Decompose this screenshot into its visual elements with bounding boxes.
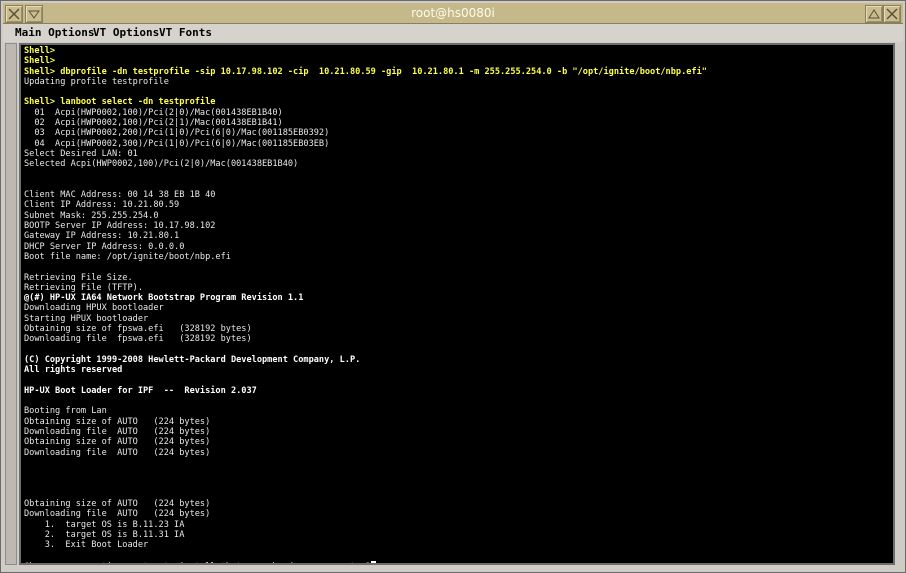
terminal-line: Gateway IP Address: 10.21.80.1	[24, 231, 180, 242]
terminal-line: All rights reserved	[24, 365, 123, 376]
terminal-line: 2. target OS is B.11.31 IA	[24, 529, 185, 540]
terminal-line: Obtaining size of AUTO (224 bytes)	[24, 499, 211, 510]
chevron-up-icon	[868, 9, 880, 19]
terminal-line: Obtaining size of fpswa.efi (328192 byte…	[24, 324, 252, 335]
window-title: root@hs0080i	[411, 6, 495, 20]
terminal-line: Shell> dbprofile -dn testprofile -sip 10…	[24, 66, 707, 77]
terminal-line: Shell>	[24, 46, 56, 56]
terminal-line: Downloading file AUTO (224 bytes)	[24, 509, 211, 520]
close-icon	[886, 8, 898, 20]
terminal-line: 01 Acpi(HWP0002,100)/Pci(2|0)/Mac(001438…	[24, 107, 283, 118]
terminal-line: Downloading file fpswa.efi (328192 bytes…	[24, 334, 252, 345]
maximize-button[interactable]	[865, 5, 883, 23]
terminal-line: Select Desired LAN: 01	[24, 148, 138, 159]
terminal-line: Downloading file AUTO (224 bytes)	[24, 426, 211, 437]
terminal-line: Subnet Mask: 255.255.254.0	[24, 210, 159, 221]
terminal-line: Client MAC Address: 00 14 38 EB 1B 40	[24, 190, 216, 201]
terminal-line: BOOTP Server IP Address: 10.17.98.102	[24, 221, 216, 232]
terminal-line: Downloading file AUTO (224 bytes)	[24, 447, 211, 458]
terminal-line: 3. Exit Boot Loader	[24, 540, 149, 551]
terminal-line: Selected Acpi(HWP0002,100)/Pci(2|0)/Mac(…	[24, 159, 299, 170]
terminal-window: root@hs0080i Main Options VT Options VT …	[0, 0, 906, 573]
terminal-line: Downloading HPUX bootloader	[24, 303, 164, 314]
terminal-line: Shell> lanboot select -dn testprofile	[24, 97, 216, 108]
terminal-prompt-line[interactable]: Choose an operating system to install th…	[24, 560, 707, 563]
terminal-line: 03 Acpi(HWP0002,200)/Pci(1|0)/Pci(6|0)/M…	[24, 128, 330, 139]
terminal-line: Retrieving File (TFTP).	[24, 282, 143, 293]
terminal-line: Obtaining size of AUTO (224 bytes)	[24, 437, 211, 448]
terminal-output[interactable]: Shell> Shell> Shell> dbprofile -dn testpro…	[19, 43, 895, 565]
terminal-line: HP-UX Boot Loader for IPF -- Revision 2.…	[24, 385, 257, 396]
menu-bar: Main Options VT Options VT Fonts	[3, 24, 903, 42]
terminal-line: Obtaining size of AUTO (224 bytes)	[24, 416, 211, 427]
close-button[interactable]	[883, 5, 901, 23]
terminal-line: Updating profile testprofile	[24, 76, 169, 87]
menu-main-options[interactable]: Main Options	[15, 26, 94, 39]
terminal-prompt-text: Choose an operating system to install th…	[24, 562, 371, 563]
text-cursor	[370, 560, 376, 563]
terminal-line: Booting from Lan	[24, 406, 107, 417]
terminal-line: Shell>	[24, 56, 56, 67]
terminal-line: 04 Acpi(HWP0002,300)/Pci(1|0)/Pci(6|0)/M…	[24, 138, 330, 149]
terminal-line: @(#) HP-UX IA64 Network Bootstrap Progra…	[24, 293, 304, 304]
title-bar[interactable]: root@hs0080i	[3, 3, 903, 24]
terminal-line: Starting HPUX bootloader	[24, 313, 149, 324]
terminal-line: 02 Acpi(HWP0002,100)/Pci(2|1)/Mac(001438…	[24, 118, 283, 129]
terminal-line: 1. target OS is B.11.23 IA	[24, 519, 185, 530]
terminal-line: Boot file name: /opt/ignite/boot/nbp.efi	[24, 251, 231, 262]
terminal-line: Retrieving File Size.	[24, 272, 133, 283]
terminal-line: DHCP Server IP Address: 0.0.0.0	[24, 241, 185, 252]
terminal-line: Client IP Address: 10.21.80.59	[24, 200, 180, 211]
vertical-scrollbar[interactable]	[5, 43, 17, 565]
menu-vt-fonts[interactable]: VT Fonts	[159, 26, 212, 39]
terminal-line: (C) Copyright 1999-2008 Hewlett-Packard …	[24, 354, 361, 365]
menu-vt-options[interactable]: VT Options	[93, 26, 159, 39]
terminal-lines: Shell> Shell> Shell> dbprofile -dn testpro…	[24, 46, 707, 563]
